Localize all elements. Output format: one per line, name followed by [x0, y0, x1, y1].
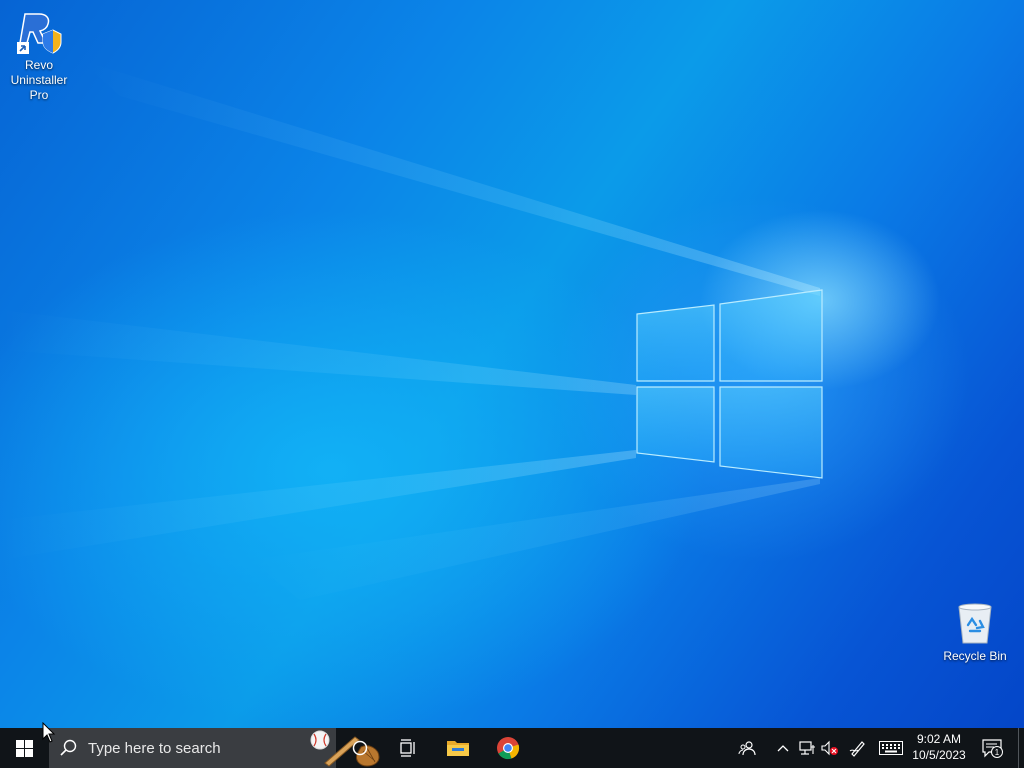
desktop-icon-revo-uninstaller-pro[interactable]: Revo Uninstaller Pro — [3, 8, 75, 103]
task-view-icon — [400, 739, 415, 757]
chrome-icon — [497, 737, 520, 760]
google-chrome-button[interactable] — [484, 728, 532, 768]
chevron-up-icon — [777, 745, 789, 752]
desktop[interactable]: Revo Uninstaller Pro Recycle Bin — [0, 0, 1024, 728]
clock-time: 9:02 AM — [916, 732, 962, 746]
revo-uninstaller-icon — [17, 13, 62, 54]
folder-icon — [447, 741, 469, 756]
volume-button[interactable] — [819, 728, 841, 768]
clock[interactable]: 9:02 AM 10/5/2023 — [908, 731, 970, 763]
keyboard-icon — [879, 741, 903, 755]
people-icon — [738, 741, 756, 756]
touch-keyboard-button[interactable] — [876, 728, 906, 768]
recycle-bin-icon — [958, 603, 992, 644]
network-icon — [799, 741, 815, 755]
show-desktop-button[interactable] — [1018, 728, 1024, 768]
search-placeholder: Type here to search — [88, 740, 221, 757]
notification-icon: 1 — [982, 739, 1003, 758]
volume-muted-icon — [821, 740, 838, 756]
windows-logo-icon — [15, 739, 33, 757]
task-view-button[interactable] — [384, 728, 432, 768]
search-icon — [60, 739, 77, 756]
windows-ink-button[interactable] — [846, 728, 870, 768]
action-center-button[interactable]: 1 — [980, 728, 1006, 768]
desktop-icon-label: Revo Uninstaller Pro — [10, 58, 68, 102]
pen-icon — [849, 741, 865, 757]
cortana-circle-icon — [352, 740, 368, 756]
desktop-icon-recycle-bin[interactable]: Recycle Bin — [939, 601, 1011, 664]
start-button[interactable] — [0, 728, 48, 768]
wallpaper-light-beams — [0, 60, 940, 600]
show-hidden-icons-button[interactable] — [772, 728, 794, 768]
network-status[interactable] — [797, 728, 819, 768]
file-explorer-button[interactable] — [434, 728, 482, 768]
cortana-button[interactable] — [336, 728, 384, 768]
search-box[interactable]: Type here to search — [49, 728, 380, 768]
taskbar: Type here to search 9:02 AM 10/5/2023 1 — [0, 728, 1024, 768]
clock-date: 10/5/2023 — [912, 748, 966, 762]
mouse-cursor-icon — [42, 722, 56, 743]
people-button[interactable] — [732, 728, 762, 768]
notification-count-badge: 1 — [995, 748, 1000, 757]
desktop-icon-label: Recycle Bin — [943, 649, 1007, 663]
